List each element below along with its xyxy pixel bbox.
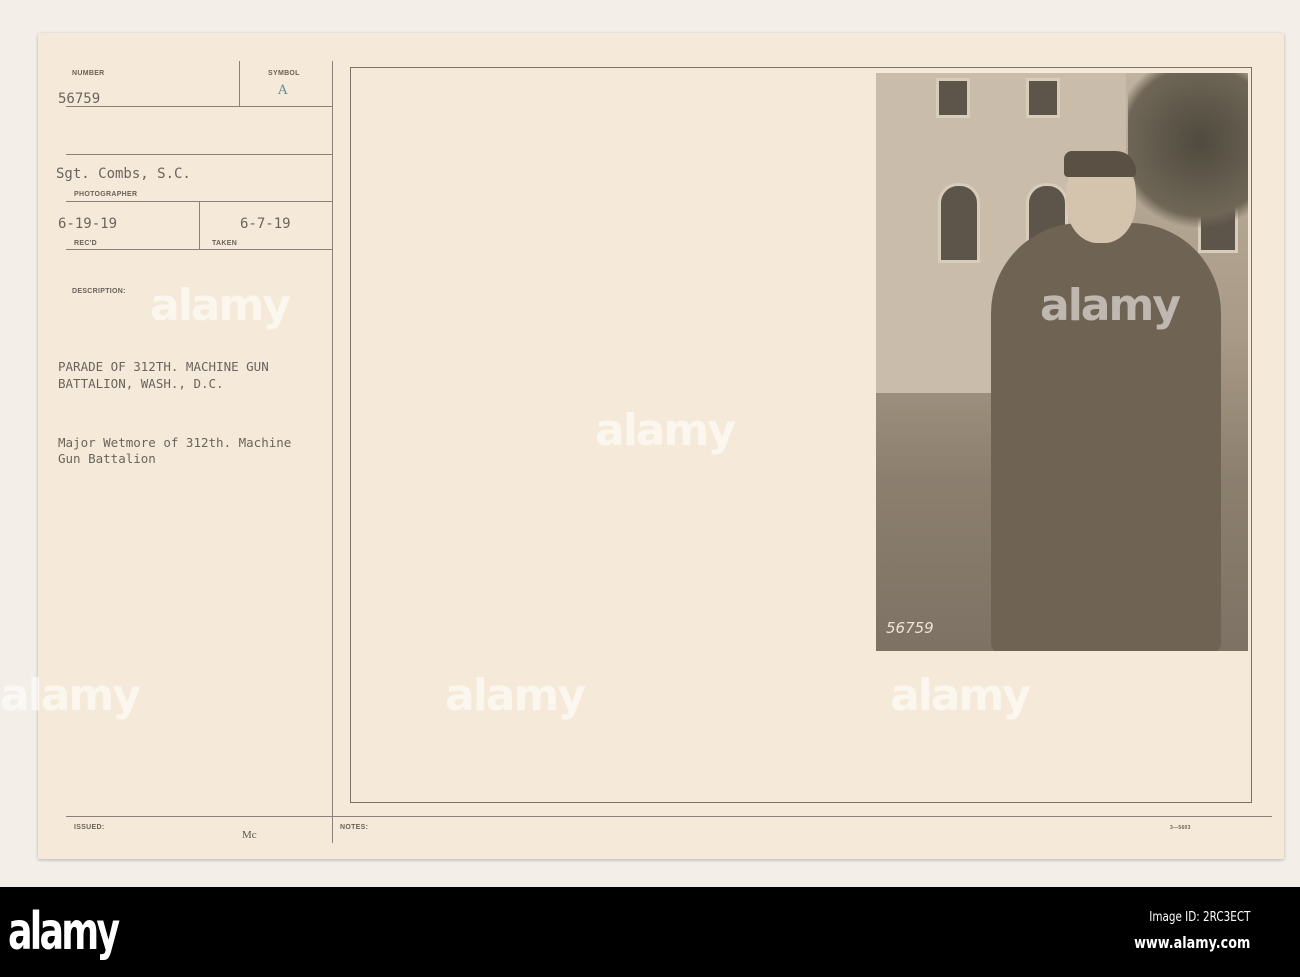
footer-bar: alamy Image ID: 2RC3ECT www.alamy.com: [0, 887, 1300, 977]
description-line-2: BATTALION, WASH., D.C.: [58, 376, 224, 391]
received-date: 6-19-19: [58, 216, 118, 232]
alamy-logo: alamy: [8, 902, 120, 962]
photographer-name: Sgt. Combs, S.C.: [56, 166, 191, 182]
watermark: alamy: [0, 670, 141, 721]
issued-initials: Mc: [242, 829, 257, 841]
watermark: alamy: [150, 280, 291, 331]
image-id: Image ID: 2RC3ECT: [1148, 910, 1250, 925]
caption-line-1: Major Wetmore of 312th. Machine: [58, 435, 292, 450]
watermark: alamy: [595, 405, 736, 456]
photographer-label: PHOTOGRAPHER: [74, 191, 138, 198]
number-label: NUMBER: [72, 70, 105, 77]
description-label: DESCRIPTION:: [72, 288, 126, 295]
watermark: alamy: [890, 670, 1031, 721]
issued-label: ISSUED:: [74, 824, 105, 831]
symbol-stamp: A: [278, 83, 288, 98]
notes-label: NOTES:: [340, 824, 369, 831]
watermark: alamy: [445, 670, 586, 721]
symbol-label: SYMBOL: [268, 70, 300, 77]
caption-line-2: Gun Battalion: [58, 451, 156, 466]
description-line-1: PARADE OF 312TH. MACHINE GUN: [58, 359, 269, 374]
taken-label: TAKEN: [212, 240, 238, 247]
photo-number: 56759: [886, 619, 934, 637]
portrait-photo: 56759: [876, 73, 1248, 651]
record-number: 56759: [58, 91, 101, 107]
form-number: 3—5603: [1170, 825, 1191, 831]
received-label: REC'D: [74, 240, 97, 247]
site-url[interactable]: www.alamy.com: [1134, 933, 1250, 952]
watermark: alamy: [1040, 280, 1181, 331]
taken-date: 6-7-19: [240, 216, 291, 232]
